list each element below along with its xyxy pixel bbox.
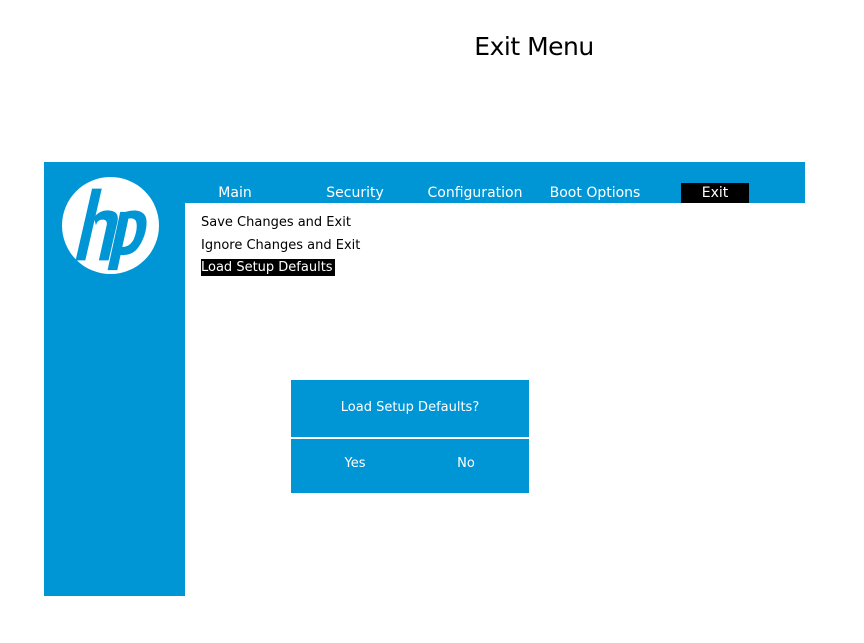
tab-exit[interactable]: Exit (681, 183, 749, 203)
dialog-title: Load Setup Defaults? (340, 400, 480, 415)
menu-item-save-changes-and-exit[interactable]: Save Changes and Exit (201, 214, 353, 231)
tab-boot-options[interactable]: Boot Options (548, 183, 642, 203)
confirm-dialog: Load Setup Defaults? Yes No (291, 380, 529, 493)
no-button[interactable]: No (436, 454, 496, 474)
yes-button[interactable]: Yes (325, 454, 385, 474)
page-title: Exit Menu (474, 32, 594, 61)
tab-configuration[interactable]: Configuration (427, 183, 523, 203)
bios-setup-window: Main Security Configuration Boot Options… (44, 162, 805, 596)
menu-item-ignore-changes-and-exit[interactable]: Ignore Changes and Exit (201, 237, 362, 254)
tab-main[interactable]: Main (211, 183, 259, 203)
tab-bar: Main Security Configuration Boot Options… (185, 162, 805, 203)
hp-logo-icon (62, 177, 159, 274)
sidebar (44, 162, 185, 596)
tab-security[interactable]: Security (318, 183, 392, 203)
dialog-divider (291, 437, 529, 439)
menu-item-load-setup-defaults[interactable]: Load Setup Defaults (201, 259, 335, 276)
